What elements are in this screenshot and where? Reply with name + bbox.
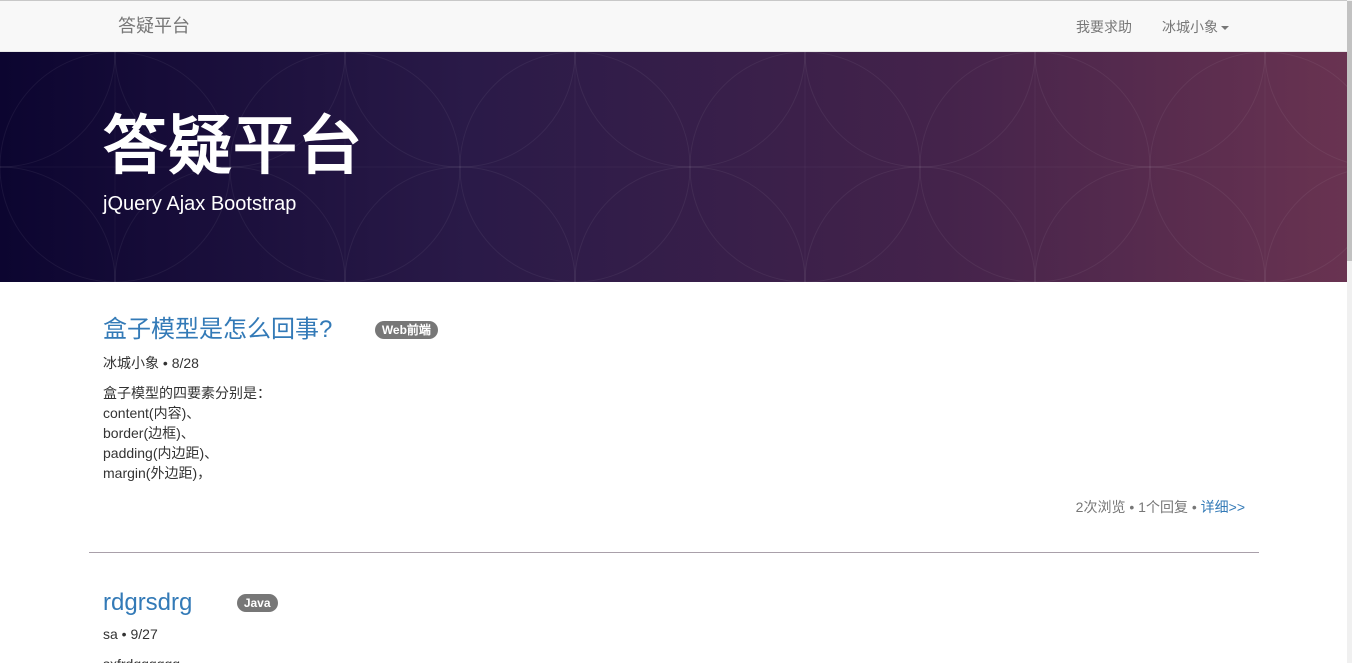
post-divider — [89, 552, 1259, 553]
post-stats: 2次浏览 • 1个回复 • 详细>> — [1076, 497, 1245, 517]
hero-title: 答疑平台 — [103, 110, 363, 182]
help-link[interactable]: 我要求助 — [1076, 17, 1132, 37]
post-item: rdgrsdrg Java sa • 9/27 sxfrdgggggg — [103, 588, 1245, 663]
view-count: 2次浏览 — [1075, 499, 1126, 515]
scrollbar-thumb[interactable] — [1347, 1, 1352, 261]
post-body-line: margin(外边距)， — [103, 465, 212, 481]
reply-count: 1个回复 — [1138, 499, 1188, 515]
post-title-link[interactable]: rdgrsdrg — [103, 588, 192, 618]
hero-subtitle: jQuery Ajax Bootstrap — [103, 193, 297, 215]
detail-link[interactable]: 详细>> — [1201, 499, 1245, 515]
navbar: 答疑平台 我要求助 冰城小象 — [0, 0, 1352, 52]
category-badge[interactable]: Java — [236, 594, 278, 612]
post-body-line: content(内容)、 — [103, 405, 201, 421]
post-body-line: 盒子模型的四要素分别是： — [103, 385, 271, 401]
meta-separator: • — [159, 355, 172, 371]
caret-down-icon — [1221, 26, 1229, 31]
post-author: 冰城小象 — [103, 355, 159, 371]
post-body: 盒子模型的四要素分别是： content(内容)、 border(边框)、 pa… — [103, 383, 1245, 483]
brand-link[interactable]: 答疑平台 — [118, 14, 190, 38]
post-author: sa — [103, 626, 118, 642]
page: 答疑平台 我要求助 冰城小象 答疑平台 jQuery Ajax Bootstra… — [0, 0, 1352, 663]
post-meta: 冰城小象 • 8/28 — [103, 353, 1245, 373]
stats-separator: • — [1125, 499, 1139, 515]
post-body-line: border(边框)、 — [103, 425, 195, 441]
post-title-link[interactable]: 盒子模型是怎么回事? — [103, 315, 332, 345]
post-date: 8/28 — [171, 355, 199, 371]
page-scrollbar[interactable] — [1347, 0, 1352, 663]
user-menu-label: 冰城小象 — [1162, 19, 1218, 35]
post-meta: sa • 9/27 — [103, 624, 1245, 644]
post-body-line: padding(内边距)、 — [103, 445, 219, 461]
post-date: 9/27 — [130, 626, 158, 642]
hero-banner: 答疑平台 jQuery Ajax Bootstrap — [0, 52, 1347, 282]
category-badge[interactable]: Web前端 — [374, 321, 438, 339]
post-body-line: sxfrdgggggg — [103, 654, 1245, 663]
stats-separator: • — [1187, 499, 1201, 515]
post-body: sxfrdgggggg — [103, 654, 1245, 663]
post-item: 盒子模型是怎么回事? Web前端 冰城小象 • 8/28 盒子模型的四要素分别是… — [103, 315, 1245, 515]
user-menu[interactable]: 冰城小象 — [1162, 17, 1229, 37]
meta-separator: • — [117, 626, 131, 642]
